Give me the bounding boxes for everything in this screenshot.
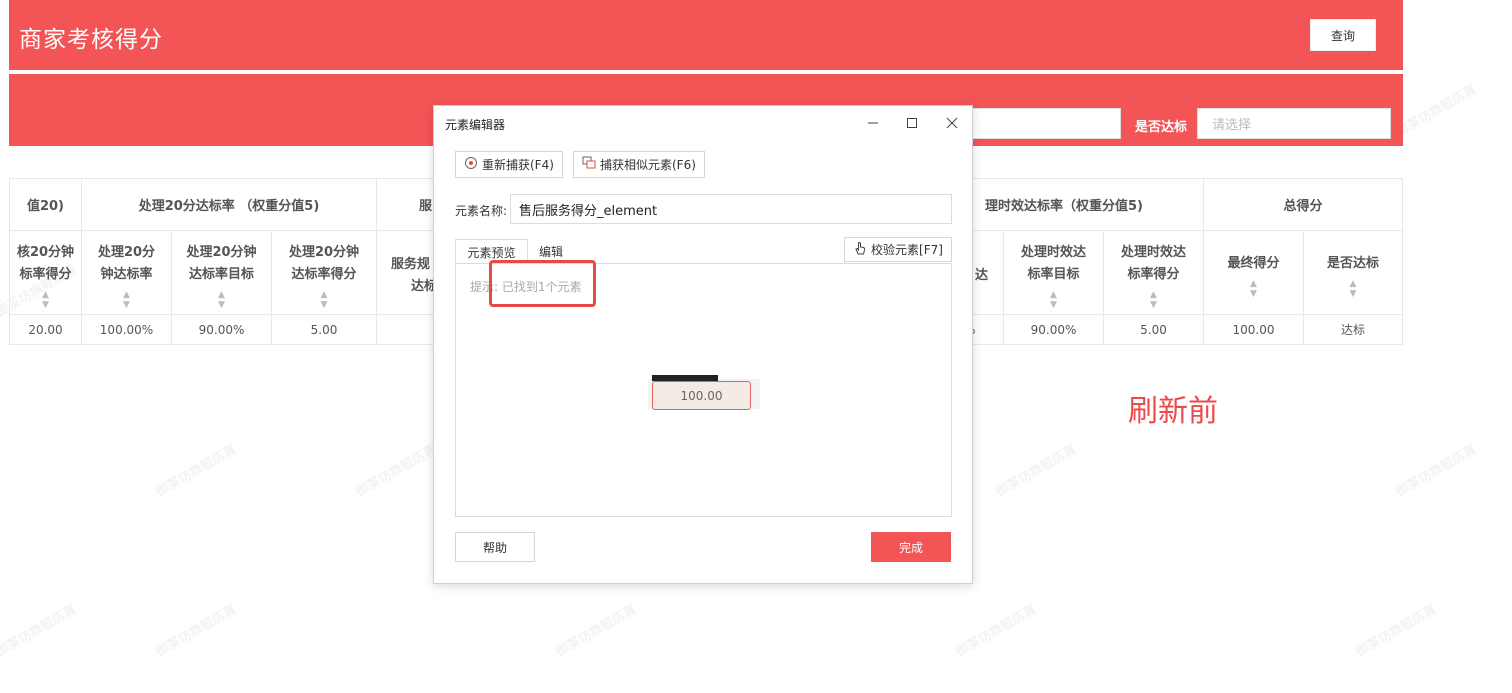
watermark: 御茶坊旗舰店青	[1353, 601, 1440, 661]
recapture-button[interactable]: 重新捕获(F4)	[455, 151, 563, 178]
sort-icon[interactable]: ▲ ▼	[1350, 279, 1357, 299]
group-header: 处理20分达标率 （权重分值5)	[82, 179, 377, 231]
watermark: 御茶坊旗舰店青	[953, 601, 1040, 661]
hand-pointer-icon	[853, 241, 867, 258]
page: 御茶坊旗舰店青 御茶坊旗舰店青 御茶坊旗舰店青 御茶坊旗舰店青 御茶坊旗舰店青 …	[0, 0, 1512, 693]
element-name-label: 元素名称:	[455, 204, 508, 218]
sort-icon[interactable]: ▲ ▼	[42, 290, 49, 310]
column-header[interactable]: 最终得分 ▲ ▼	[1204, 231, 1304, 315]
watermark: 御茶坊旗舰店青	[1393, 81, 1480, 141]
column-header[interactable]: 处理时效达 标率目标 ▲ ▼	[1004, 231, 1104, 315]
element-preview-panel: 提示: 已找到1个元素 100.00	[455, 260, 952, 517]
column-header[interactable]: 核20分钟 标率得分 ▲ ▼	[10, 231, 82, 315]
reach-label: 是否达标	[1135, 120, 1188, 135]
group-header: 值20)	[10, 179, 82, 231]
table-cell: 100.00	[1204, 315, 1304, 345]
group-header: 理时效达标率（权重分值5)	[974, 179, 1204, 231]
column-header[interactable]: 是否达标 ▲ ▼	[1304, 231, 1403, 315]
watermark: 御茶坊旗舰店青	[993, 441, 1080, 501]
reach-select[interactable]: 请选择	[1197, 108, 1391, 139]
element-name-input[interactable]: 售后服务得分_element	[510, 194, 952, 224]
close-icon[interactable]	[941, 112, 963, 134]
query-button[interactable]: 查询	[1310, 19, 1376, 51]
sort-icon[interactable]: ▲ ▼	[1250, 279, 1257, 299]
help-button[interactable]: 帮助	[455, 532, 535, 562]
minimize-icon[interactable]	[862, 112, 884, 134]
dialog-title: 元素编辑器	[445, 118, 506, 132]
table-cell: 100.00%	[82, 315, 172, 345]
done-button[interactable]: 完成	[871, 532, 951, 562]
watermark: 御茶坊旗舰店青	[553, 601, 640, 661]
table-cell: 90.00%	[172, 315, 272, 345]
target-icon	[464, 156, 478, 173]
annotation-text: 刷新前	[1128, 394, 1218, 429]
table-cell: 达标	[1304, 315, 1403, 345]
column-header[interactable]: 处理20分钟 达标率目标 ▲ ▼	[172, 231, 272, 315]
page-title: 商家考核得分	[19, 27, 163, 53]
sort-icon[interactable]: ▲ ▼	[1150, 290, 1157, 310]
element-editor-dialog: 元素编辑器 重新捕获(F4) 捕获相似元素(F6) 元素名称: 售后服务得分_e…	[433, 105, 973, 584]
group-header: 总得分	[1204, 179, 1403, 231]
watermark: 御茶坊旗舰店青	[153, 601, 240, 661]
table-cell: 5.00	[1104, 315, 1204, 345]
watermark: 御茶坊旗舰店青	[1393, 441, 1480, 501]
maximize-icon[interactable]	[901, 112, 923, 134]
sort-icon[interactable]: ▲ ▼	[218, 290, 225, 310]
page-header: 商家考核得分 查询	[9, 0, 1403, 70]
watermark: 御茶坊旗舰店青	[353, 441, 440, 501]
sort-icon[interactable]: ▲ ▼	[1050, 290, 1057, 310]
capture-similar-button[interactable]: 捕获相似元素(F6)	[573, 151, 705, 178]
column-header[interactable]: 处理20分 钟达标率 ▲ ▼	[82, 231, 172, 315]
similar-elements-icon	[582, 156, 596, 173]
watermark: 御茶坊旗舰店青	[153, 441, 240, 501]
table-cell: 90.00%	[1004, 315, 1104, 345]
verify-element-button[interactable]: 校验元素[F7]	[844, 237, 952, 262]
sort-icon[interactable]: ▲ ▼	[321, 290, 328, 310]
table-cell: 20.00	[10, 315, 82, 345]
column-header[interactable]: 处理20分钟 达标率得分 ▲ ▼	[272, 231, 377, 315]
sort-icon[interactable]: ▲ ▼	[123, 290, 130, 310]
watermark: 御茶坊旗舰店青	[0, 601, 80, 661]
table-cell: 5.00	[272, 315, 377, 345]
highlight-box	[489, 260, 596, 307]
column-header[interactable]: 处理时效达 标率得分 ▲ ▼	[1104, 231, 1204, 315]
preview-element-value: 100.00	[652, 381, 751, 410]
